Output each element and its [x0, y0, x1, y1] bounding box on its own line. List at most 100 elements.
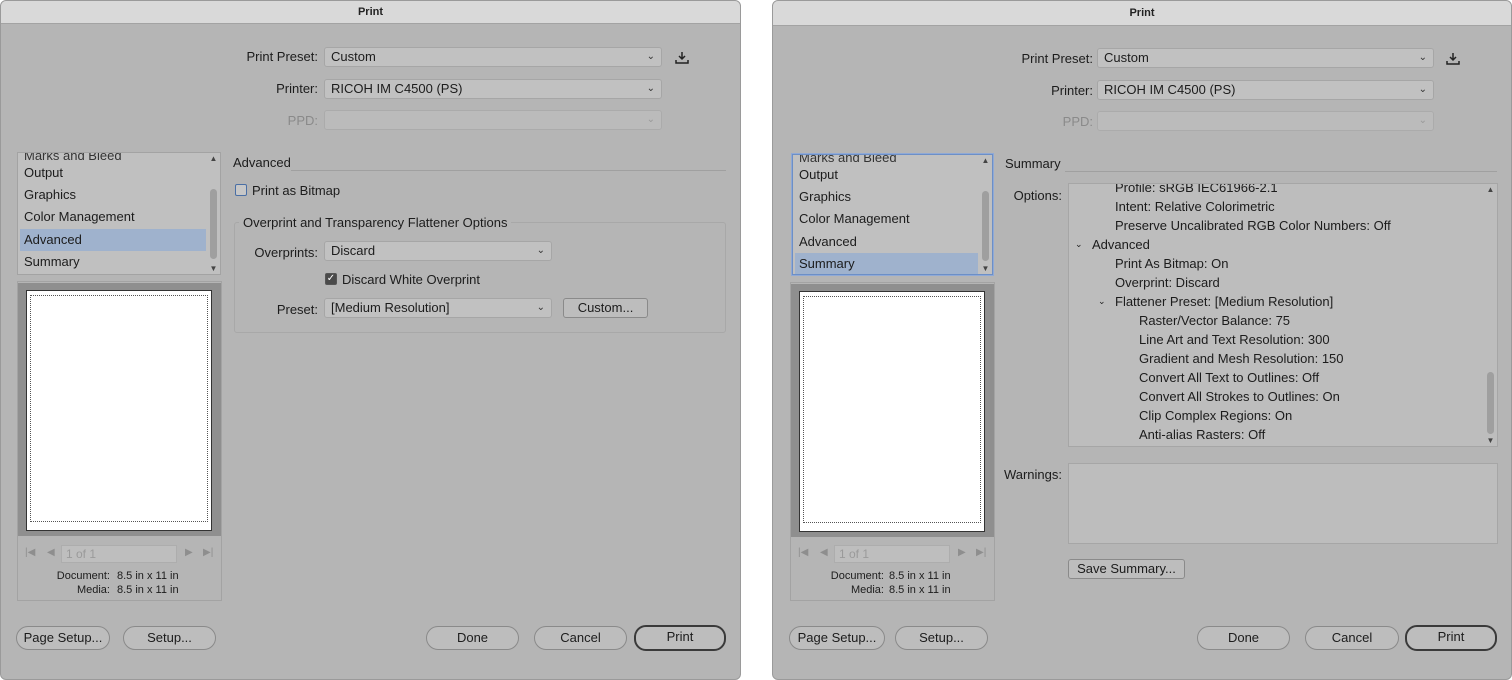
done-button[interactable]: Done [1197, 626, 1290, 650]
summary-line-flattener: Flattener Preset: [Medium Resolution] [1115, 294, 1334, 309]
summary-line: Convert All Strokes to Outlines: On [1139, 389, 1340, 404]
category-summary[interactable]: Summary [20, 251, 206, 273]
previous-page-icon[interactable]: ◀ [820, 547, 828, 558]
dialog-title: Print [773, 1, 1511, 26]
print-preset-label: Print Preset: [246, 49, 318, 64]
category-advanced[interactable]: Advanced [795, 231, 978, 253]
page-setup-button[interactable]: Page Setup... [789, 626, 885, 650]
next-page-icon[interactable]: ▶ [185, 547, 193, 558]
document-size: 8.5 in x 11 in [117, 570, 179, 582]
ppd-label: PPD: [287, 113, 318, 128]
summary-line: Intent: Relative Colorimetric [1115, 199, 1275, 214]
scroll-up-arrow-icon[interactable]: ▲ [980, 156, 991, 165]
print-as-bitmap-checkbox[interactable] [235, 184, 247, 196]
document-label: Document: [830, 570, 884, 582]
last-page-icon[interactable]: ▶| [976, 547, 986, 558]
options-label: Options: [1013, 188, 1062, 203]
cancel-button[interactable]: Cancel [1305, 626, 1399, 650]
summary-line: Gradient and Mesh Resolution: 150 [1139, 351, 1344, 366]
preset-label: Preset: [276, 302, 318, 317]
summary-scrollbar[interactable]: ▲ ▼ [1485, 184, 1496, 446]
discard-white-overprint-checkbox[interactable]: ✓ [325, 273, 337, 285]
chevron-down-icon: ⌄ [1418, 84, 1427, 95]
chevron-down-icon: ⌄ [646, 51, 655, 62]
preset-select[interactable]: [Medium Resolution] ⌄ [324, 298, 552, 318]
warnings-label: Warnings: [1003, 467, 1062, 482]
preview-frame [18, 283, 221, 536]
scroll-down-arrow-icon[interactable]: ▼ [980, 264, 991, 273]
printer-select[interactable]: RICOH IM C4500 (PS) ⌄ [324, 79, 662, 99]
page-navigation: |◀ ◀ 1 of 1 ▶ ▶| [796, 545, 992, 563]
cancel-button[interactable]: Cancel [534, 626, 627, 650]
printer-label: Printer: [1051, 83, 1093, 98]
done-button[interactable]: Done [426, 626, 519, 650]
scroll-thumb[interactable] [982, 191, 989, 261]
overprints-select[interactable]: Discard ⌄ [324, 241, 552, 261]
category-scrollbar[interactable]: ▲ ▼ [208, 153, 219, 274]
ppd-select: ⌄ [324, 110, 662, 130]
dialog-title: Print [1, 1, 740, 24]
summary-line: Convert All Text to Outlines: Off [1139, 370, 1320, 385]
previous-page-icon[interactable]: ◀ [47, 547, 55, 558]
summary-line: Clip Complex Regions: On [1139, 408, 1293, 423]
print-preset-value: Custom [331, 49, 376, 64]
print-preset-select[interactable]: Custom ⌄ [324, 47, 662, 67]
scroll-down-arrow-icon[interactable]: ▼ [1485, 436, 1496, 445]
last-page-icon[interactable]: ▶| [203, 547, 213, 558]
category-list[interactable]: Marks and Bleed Output Graphics Color Ma… [792, 154, 993, 275]
category-summary[interactable]: Summary [795, 253, 978, 274]
disclosure-triangle-icon[interactable]: ⌄ [1098, 292, 1106, 311]
page-setup-button[interactable]: Page Setup... [16, 626, 110, 650]
next-page-icon[interactable]: ▶ [958, 547, 966, 558]
page-navigation: |◀ ◀ 1 of 1 ▶ ▶| [23, 545, 219, 563]
warnings-box [1068, 463, 1498, 544]
summary-options-tree[interactable]: Profile: sRGB IEC61966-2.1 Intent: Relat… [1068, 183, 1498, 447]
category-graphics[interactable]: Graphics [20, 184, 206, 206]
discard-white-overprint-label[interactable]: Discard White Overprint [342, 272, 480, 287]
scroll-thumb[interactable] [1487, 372, 1494, 434]
first-page-icon[interactable]: |◀ [25, 547, 35, 558]
setup-button[interactable]: Setup... [123, 626, 216, 650]
summary-line: Line Art and Text Resolution: 300 [1139, 332, 1330, 347]
summary-line: Anti-alias Rasters: Off [1139, 427, 1266, 442]
print-button[interactable]: Print [1405, 625, 1497, 651]
chevron-down-icon: ⌄ [646, 83, 655, 94]
category-marks-and-bleed[interactable]: Marks and Bleed [795, 155, 978, 163]
category-marks-and-bleed[interactable]: Marks and Bleed [20, 153, 206, 161]
download-icon[interactable] [674, 50, 690, 66]
page-preview [799, 291, 985, 532]
first-page-icon[interactable]: |◀ [798, 547, 808, 558]
print-button[interactable]: Print [634, 625, 726, 651]
category-graphics[interactable]: Graphics [795, 186, 978, 208]
category-output[interactable]: Output [20, 162, 206, 184]
category-color-management[interactable]: Color Management [20, 206, 206, 228]
page-number-field[interactable]: 1 of 1 [834, 545, 950, 563]
category-list[interactable]: Marks and Bleed Output Graphics Color Ma… [17, 152, 221, 275]
scroll-up-arrow-icon[interactable]: ▲ [1485, 185, 1496, 194]
custom-button[interactable]: Custom... [563, 298, 648, 318]
save-summary-button[interactable]: Save Summary... [1068, 559, 1185, 579]
category-scrollbar[interactable]: ▲ ▼ [980, 155, 991, 274]
category-color-management[interactable]: Color Management [795, 208, 978, 230]
scroll-up-arrow-icon[interactable]: ▲ [208, 154, 219, 163]
print-preset-select[interactable]: Custom ⌄ [1097, 48, 1434, 68]
printer-select[interactable]: RICOH IM C4500 (PS) ⌄ [1097, 80, 1434, 100]
summary-line: Profile: sRGB IEC61966-2.1 [1115, 183, 1278, 195]
scroll-down-arrow-icon[interactable]: ▼ [208, 264, 219, 273]
page-margin-guide [30, 295, 208, 522]
download-icon[interactable] [1445, 51, 1461, 67]
disclosure-triangle-icon[interactable]: ⌄ [1075, 235, 1083, 254]
section-title: Advanced [233, 155, 291, 170]
media-size: 8.5 in x 11 in [117, 584, 179, 596]
setup-button[interactable]: Setup... [895, 626, 988, 650]
preset-value: [Medium Resolution] [331, 300, 450, 315]
chevron-down-icon: ⌄ [1418, 52, 1427, 63]
page-number-field[interactable]: 1 of 1 [61, 545, 177, 563]
ppd-label: PPD: [1062, 114, 1093, 129]
print-as-bitmap-label[interactable]: Print as Bitmap [252, 183, 340, 198]
category-output[interactable]: Output [795, 164, 978, 186]
overprints-value: Discard [331, 243, 376, 258]
scroll-thumb[interactable] [210, 189, 217, 259]
document-label: Document: [56, 570, 110, 582]
category-advanced[interactable]: Advanced [20, 229, 206, 251]
